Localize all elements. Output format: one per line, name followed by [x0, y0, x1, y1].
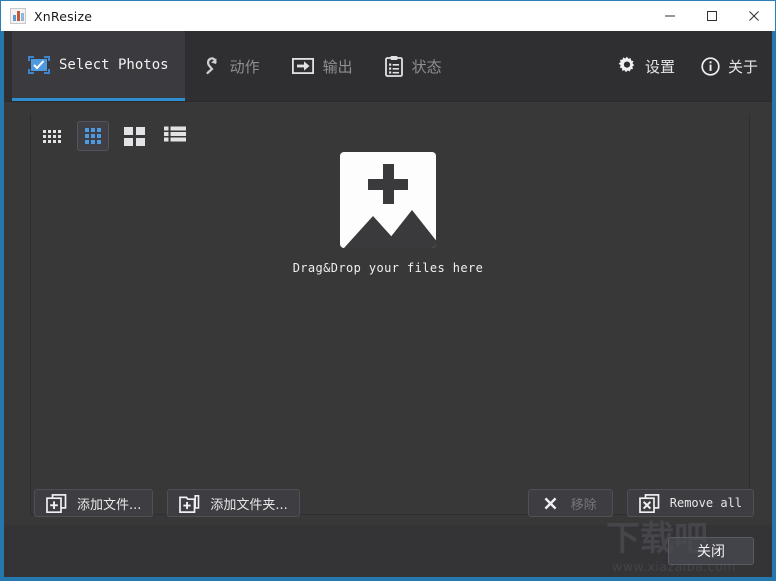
tab-actions[interactable]: 动作 [185, 31, 276, 101]
xnresize-window: XnResize [0, 0, 776, 581]
window-title: XnResize [34, 9, 92, 24]
view-mode-list[interactable] [159, 121, 191, 151]
tab-status[interactable]: 状态 [369, 31, 458, 101]
header-bar: Select Photos 动作 [4, 31, 772, 101]
add-file-button[interactable]: 添加文件... [34, 489, 153, 517]
add-file-icon [46, 494, 67, 513]
drop-zone[interactable]: Drag&Drop your files here [0, 152, 776, 275]
settings-label: 设置 [645, 56, 675, 77]
select-photos-icon [28, 56, 50, 74]
grid-xs-icon [43, 130, 61, 143]
maximize-button[interactable] [691, 1, 733, 31]
add-buttons-group: 添加文件... 添加文件夹... [34, 489, 300, 517]
add-folder-button[interactable]: 添加文件夹... [167, 489, 299, 517]
tab-label: 输出 [323, 56, 353, 77]
add-file-label: 添加文件... [77, 494, 141, 513]
grid-sm-icon [85, 128, 101, 144]
add-folder-icon [179, 494, 200, 513]
window-controls [649, 1, 775, 31]
close-dialog-label: 关闭 [697, 541, 725, 561]
app-icon [10, 8, 26, 24]
export-icon [292, 58, 314, 74]
tab-select-photos[interactable]: Select Photos [12, 31, 185, 101]
tab-label: 状态 [412, 56, 442, 77]
view-mode-extra-small[interactable] [36, 121, 68, 151]
add-folder-label: 添加文件夹... [210, 494, 287, 513]
view-mode-large[interactable] [118, 121, 150, 151]
minimize-button[interactable] [649, 1, 691, 31]
close-button[interactable] [733, 1, 775, 31]
header-actions: 设置 关于 [591, 31, 758, 101]
close-dialog-button[interactable]: 关闭 [668, 537, 754, 565]
title-bar: XnResize [0, 0, 776, 31]
remove-button[interactable]: 移除 [528, 489, 613, 517]
remove-all-button[interactable]: Remove all [627, 489, 754, 517]
clipboard-icon [385, 56, 403, 77]
remove-all-icon [639, 494, 660, 513]
drop-zone-label: Drag&Drop your files here [293, 261, 484, 275]
settings-button[interactable]: 设置 [617, 56, 675, 77]
tab-label: Select Photos [59, 57, 169, 73]
remove-buttons-group: 移除 Remove all [528, 489, 754, 517]
info-icon [701, 57, 720, 76]
view-mode-small[interactable] [77, 121, 109, 151]
tab-bar: Select Photos 动作 [12, 31, 458, 101]
list-icon [164, 126, 186, 146]
rotate-icon [201, 56, 221, 76]
grid-lg-icon [124, 127, 145, 146]
gear-icon [617, 56, 637, 76]
x-icon [544, 497, 557, 510]
remove-all-label: Remove all [670, 496, 742, 510]
title-bar-left: XnResize [1, 1, 649, 31]
view-mode-toolbar [36, 121, 200, 151]
bottom-bar: 添加文件... 添加文件夹... [4, 525, 772, 577]
about-button[interactable]: 关于 [701, 56, 758, 77]
tab-label: 动作 [230, 56, 260, 77]
add-image-icon [340, 152, 436, 248]
about-label: 关于 [728, 56, 758, 77]
tab-output[interactable]: 输出 [276, 31, 369, 101]
remove-label: 移除 [571, 494, 597, 513]
